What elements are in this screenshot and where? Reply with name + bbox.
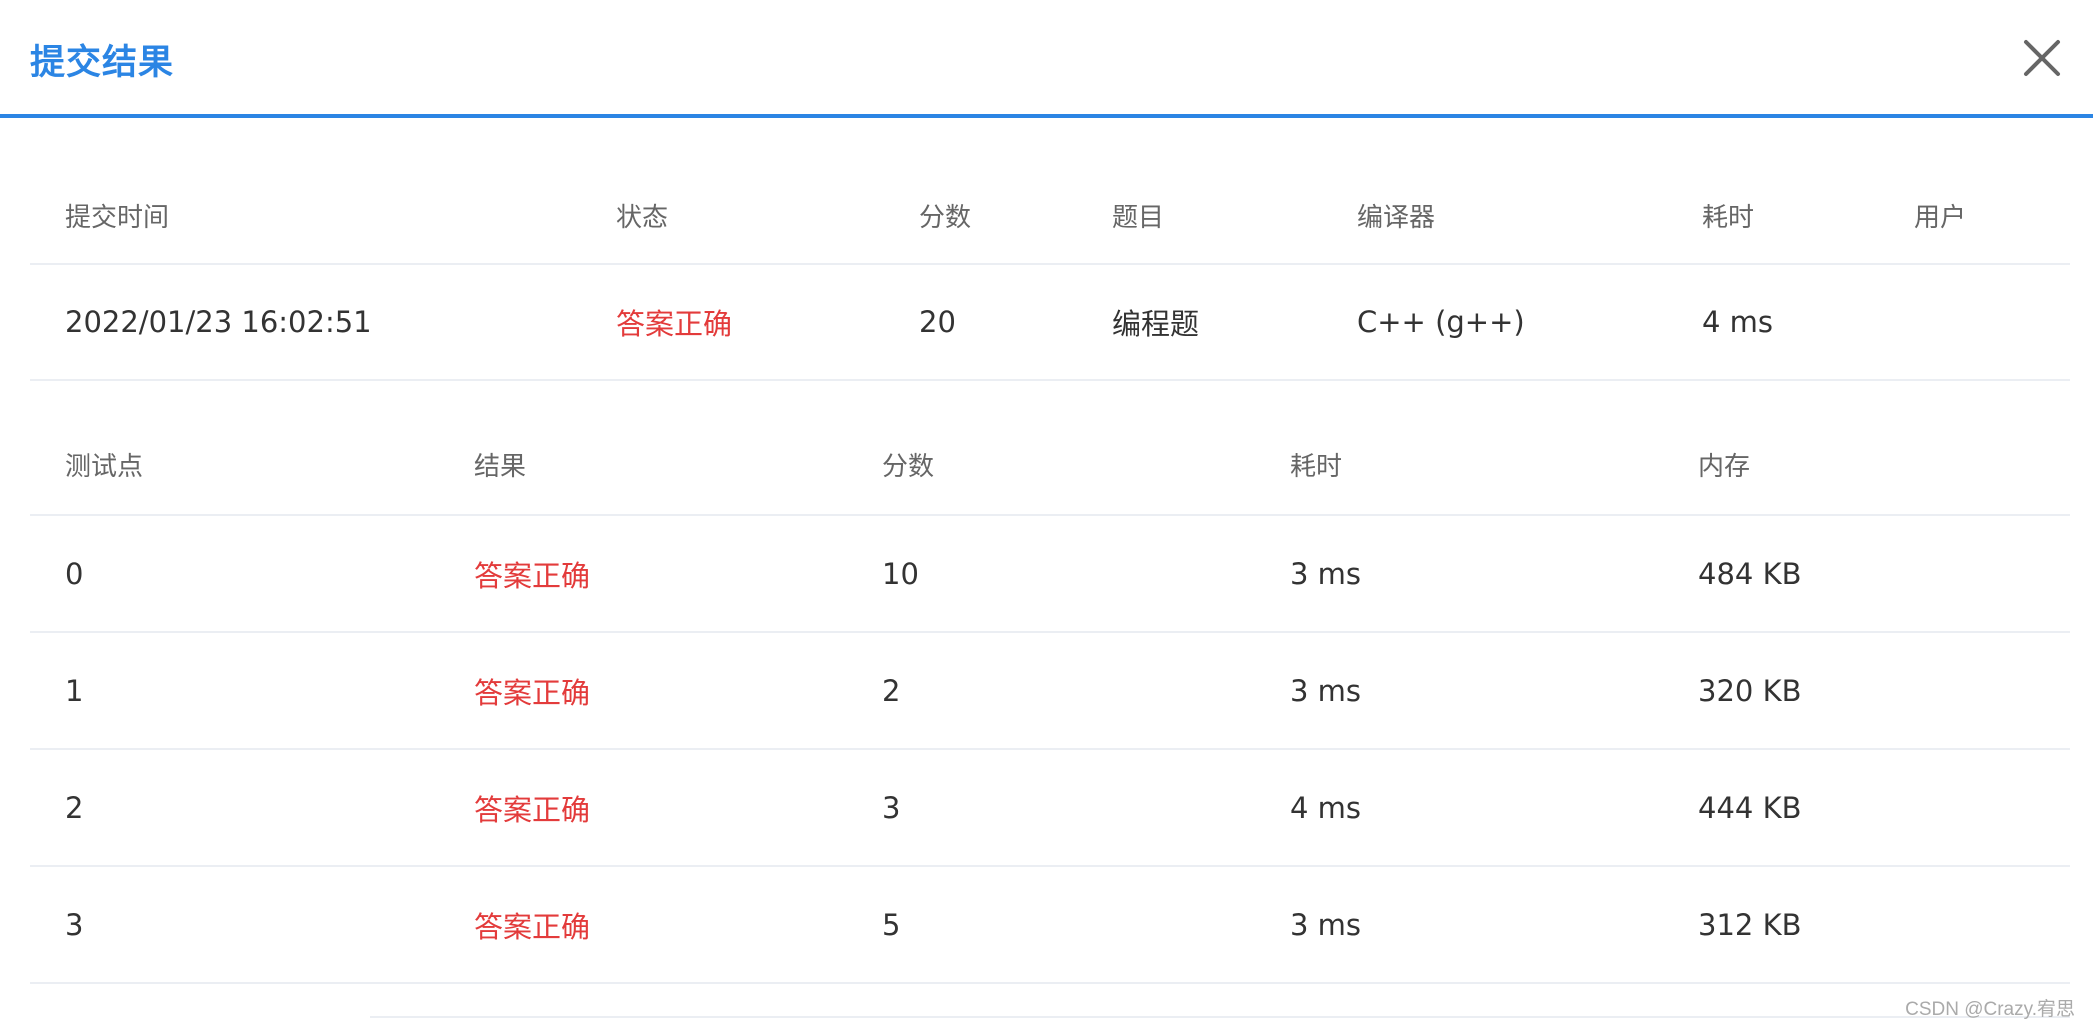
testcase-score: 3 [882, 790, 901, 825]
watermark: CSDN @Crazy.宥思 [1905, 999, 2075, 1020]
testcase-id: 3 [65, 907, 84, 942]
header-problem: 题目 [1112, 202, 1165, 233]
testcase-memory: 320 KB [1698, 673, 1802, 708]
dialog-title: 提交结果 [30, 43, 175, 83]
dialog-header: 提交结果 [0, 0, 2093, 118]
testcase-result: 答案正确 [474, 909, 591, 944]
submission-row: 2022/01/23 16:02:51 答案正确 20 编程题 C++ (g++… [30, 265, 2070, 381]
problem-link[interactable]: 编程题 [1112, 265, 1199, 379]
submit-time: 2022/01/23 16:02:51 [65, 305, 372, 339]
header-result: 结果 [474, 452, 527, 482]
testcase-score: 10 [882, 556, 919, 591]
score-value: 20 [919, 305, 956, 339]
code-panel-edge [370, 1016, 2070, 1018]
header-duration: 耗时 [1702, 202, 1755, 233]
header-compiler: 编译器 [1357, 202, 1436, 233]
table-row: 2 答案正确 3 4 ms 444 KB [30, 750, 2070, 867]
compiler-value: C++ (g++) [1357, 305, 1525, 339]
close-button[interactable] [2018, 34, 2066, 82]
testcase-time: 4 ms [1290, 790, 1362, 825]
table-row: 0 答案正确 10 3 ms 484 KB [30, 516, 2070, 633]
testcase-id: 0 [65, 556, 84, 591]
header-submit-time: 提交时间 [65, 202, 170, 233]
header-score: 分数 [919, 202, 972, 233]
testcase-result: 答案正确 [474, 558, 591, 593]
testcase-time: 3 ms [1290, 907, 1362, 942]
testcase-memory: 444 KB [1698, 790, 1802, 825]
header-score: 分数 [882, 452, 935, 482]
close-icon [2024, 40, 2060, 76]
testcase-score: 2 [882, 673, 901, 708]
submission-table-header: 提交时间 状态 分数 题目 编译器 耗时 用户 [30, 167, 2070, 265]
testcase-result: 答案正确 [474, 792, 591, 827]
table-row: 1 答案正确 2 3 ms 320 KB [30, 633, 2070, 750]
header-status: 状态 [616, 202, 669, 233]
testcase-time: 3 ms [1290, 556, 1362, 591]
duration-value: 4 ms [1702, 305, 1774, 339]
header-testcase: 测试点 [65, 452, 144, 482]
testcase-table: 测试点 结果 分数 耗时 内存 0 答案正确 10 3 ms 484 KB 1 … [30, 415, 2070, 984]
testcase-id: 2 [65, 790, 84, 825]
header-user: 用户 [1914, 202, 1967, 233]
testcase-memory: 484 KB [1698, 556, 1802, 591]
status-accepted: 答案正确 [616, 307, 733, 341]
testcase-score: 5 [882, 907, 901, 942]
header-time: 耗时 [1290, 452, 1343, 482]
testcase-id: 1 [65, 673, 84, 708]
testcase-result: 答案正确 [474, 675, 591, 710]
testcase-time: 3 ms [1290, 673, 1362, 708]
submission-table: 提交时间 状态 分数 题目 编译器 耗时 用户 2022/01/23 16:02… [30, 167, 2070, 381]
header-memory: 内存 [1698, 452, 1751, 482]
testcase-table-header: 测试点 结果 分数 耗时 内存 [30, 415, 2070, 516]
table-row: 3 答案正确 5 3 ms 312 KB [30, 867, 2070, 984]
testcase-memory: 312 KB [1698, 907, 1802, 942]
